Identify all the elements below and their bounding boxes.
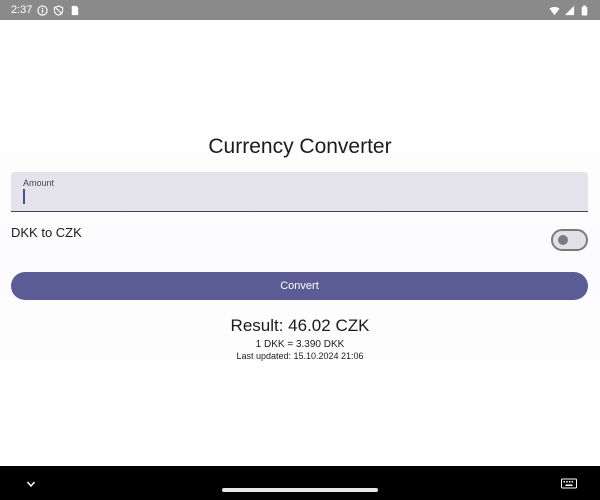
convert-button-label: Convert [280, 280, 319, 292]
status-time: 2:37 [11, 4, 33, 16]
switch-thumb[interactable] [558, 235, 568, 245]
last-updated-text: Last updated: 15.10.2024 21:06 [236, 351, 364, 361]
toggle-label: DKK to CZK [11, 225, 82, 240]
wifi-icon [549, 5, 560, 16]
shield-off-icon [53, 4, 64, 16]
direction-switch[interactable] [551, 229, 588, 251]
keyboard-icon[interactable] [561, 477, 577, 489]
status-bar: 2:37 [0, 0, 600, 20]
amount-input[interactable] [26, 188, 566, 206]
navigation-bar [0, 466, 600, 500]
exchange-rate-text: 1 DKK = 3.390 DKK [255, 339, 345, 350]
page-title: Currency Converter [208, 135, 392, 158]
battery-icon [579, 4, 590, 16]
amount-field[interactable]: Amount [11, 172, 588, 212]
convert-button[interactable]: Convert [11, 272, 588, 300]
text-cursor [23, 189, 25, 204]
app-screen: Currency Converter Amount DKK to CZK Con… [0, 20, 600, 466]
info-icon [37, 4, 49, 16]
chevron-down-icon[interactable] [25, 477, 37, 489]
signal-icon [564, 5, 575, 16]
amount-label: Amount [23, 178, 55, 188]
result-text: Result: 46.02 CZK [230, 316, 370, 335]
status-right [549, 4, 590, 16]
sim-card-icon [69, 5, 80, 16]
home-handle[interactable] [222, 488, 378, 492]
status-left: 2:37 [11, 4, 80, 16]
